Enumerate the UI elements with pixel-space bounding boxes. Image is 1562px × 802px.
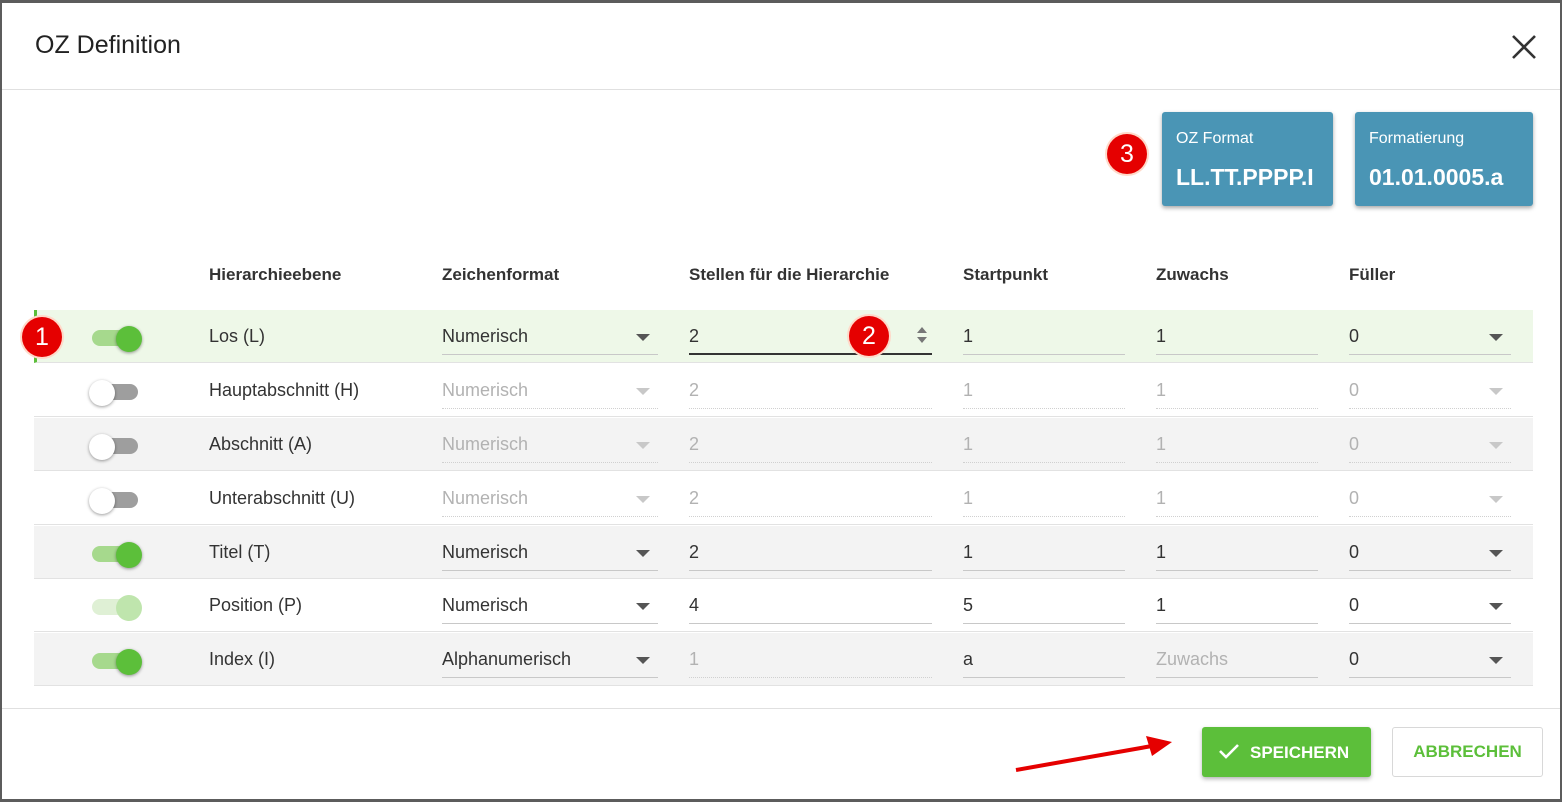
increment-placeholder: Zuwachs bbox=[1156, 649, 1229, 669]
check-icon bbox=[1219, 744, 1239, 759]
annotation-arrow-icon bbox=[1015, 736, 1172, 772]
chevron-down-icon bbox=[636, 334, 650, 341]
table-row-position: Position (P) Numerisch 4 5 1 0 bbox=[34, 579, 1533, 632]
filler-select[interactable]: 0 bbox=[1349, 320, 1511, 355]
chevron-down-icon bbox=[636, 496, 650, 503]
dialog-title: OZ Definition bbox=[35, 31, 181, 59]
annotation-badge-3: 3 bbox=[1107, 134, 1147, 174]
chevron-down-icon bbox=[1489, 388, 1503, 395]
formatierung-value: 01.01.0005.a bbox=[1369, 164, 1504, 190]
increment-input[interactable]: Zuwachs bbox=[1156, 643, 1318, 678]
start-input[interactable]: 1 bbox=[963, 320, 1125, 355]
column-header-filler: Füller bbox=[1349, 265, 1396, 284]
chevron-down-icon bbox=[636, 388, 650, 395]
filler-select[interactable]: 0 bbox=[1349, 589, 1511, 624]
row-name: Index (I) bbox=[209, 649, 276, 669]
increment-input[interactable]: 1 bbox=[1156, 428, 1318, 463]
row-name: Position (P) bbox=[209, 595, 303, 615]
column-header-hierarchy: Hierarchieebene bbox=[209, 265, 342, 284]
annotation-badge-2: 2 bbox=[849, 316, 889, 356]
toggle-switch[interactable] bbox=[89, 488, 140, 514]
row-name: Titel (T) bbox=[209, 542, 271, 562]
digits-input[interactable]: 4 bbox=[689, 589, 932, 624]
format-select[interactable]: Numerisch bbox=[442, 536, 658, 571]
oz-format-value: LL.TT.PPPP.I bbox=[1176, 164, 1314, 190]
formatierung-label: Formatierung bbox=[1369, 130, 1465, 147]
dialog-header: OZ Definition bbox=[2, 3, 1560, 90]
format-select[interactable]: Numerisch bbox=[442, 320, 658, 355]
chevron-down-icon bbox=[636, 603, 650, 610]
close-button[interactable] bbox=[1510, 33, 1538, 61]
oz-format-card: OZ Format LL.TT.PPPP.I bbox=[1162, 112, 1333, 206]
chevron-down-icon bbox=[1489, 550, 1503, 557]
chevron-down-icon bbox=[636, 550, 650, 557]
table-row-titel: Titel (T) Numerisch 2 1 1 0 bbox=[34, 526, 1533, 579]
chevron-down-icon bbox=[1489, 496, 1503, 503]
format-select[interactable]: Numerisch bbox=[442, 589, 658, 624]
start-input[interactable]: 1 bbox=[963, 428, 1125, 463]
increment-input[interactable]: 1 bbox=[1156, 482, 1318, 517]
format-select[interactable]: Numerisch bbox=[442, 428, 658, 463]
row-name: Abschnitt (A) bbox=[209, 434, 313, 454]
chevron-down-icon bbox=[636, 657, 650, 664]
toggle-switch[interactable] bbox=[92, 595, 142, 621]
digits-input[interactable]: 1 bbox=[689, 643, 932, 678]
toggle-switch[interactable] bbox=[89, 434, 140, 460]
column-header-start: Startpunkt bbox=[963, 265, 1048, 284]
format-select[interactable]: Numerisch bbox=[442, 482, 658, 517]
table-row-los: Los (L) Numerisch 2 1 1 0 bbox=[34, 310, 1533, 363]
column-header-increment: Zuwachs bbox=[1156, 265, 1229, 284]
chevron-down-icon bbox=[1489, 334, 1503, 341]
save-button-label: SPEICHERN bbox=[1250, 743, 1350, 762]
digits-input[interactable]: 2 bbox=[689, 374, 932, 409]
filler-select[interactable]: 0 bbox=[1349, 428, 1511, 463]
chevron-down-icon bbox=[636, 442, 650, 449]
start-input[interactable]: 1 bbox=[963, 374, 1125, 409]
filler-select[interactable]: 0 bbox=[1349, 536, 1511, 571]
column-header-digits: Stellen für die Hierarchie bbox=[689, 265, 890, 284]
table-row-hauptabschnitt: Hauptabschnitt (H) Numerisch 2 1 1 0 bbox=[34, 364, 1533, 417]
digits-input[interactable]: 2 bbox=[689, 320, 932, 355]
column-header-format: Zeichenformat bbox=[442, 265, 560, 284]
chevron-down-icon bbox=[1489, 657, 1503, 664]
increment-input[interactable]: 1 bbox=[1156, 320, 1318, 355]
filler-select[interactable]: 0 bbox=[1349, 482, 1511, 517]
formatierung-card: Formatierung 01.01.0005.a bbox=[1355, 112, 1533, 206]
start-input[interactable]: a bbox=[963, 643, 1125, 678]
increment-input[interactable]: 1 bbox=[1156, 589, 1318, 624]
row-name: Los (L) bbox=[209, 326, 266, 346]
cancel-button[interactable]: ABBRECHEN bbox=[1392, 727, 1543, 777]
toggle-switch[interactable] bbox=[92, 649, 142, 675]
row-name: Hauptabschnitt (H) bbox=[209, 380, 360, 400]
digits-input[interactable]: 2 bbox=[689, 536, 932, 571]
format-select[interactable]: Numerisch bbox=[442, 374, 658, 409]
filler-select[interactable]: 0 bbox=[1349, 374, 1511, 409]
chevron-down-icon bbox=[1489, 442, 1503, 449]
save-button[interactable]: SPEICHERN bbox=[1202, 727, 1371, 777]
chevron-down-icon bbox=[1489, 603, 1503, 610]
close-icon bbox=[1512, 35, 1536, 59]
toggle-switch[interactable] bbox=[92, 542, 142, 568]
oz-format-label: OZ Format bbox=[1176, 130, 1254, 147]
increment-input[interactable]: 1 bbox=[1156, 374, 1318, 409]
digits-input[interactable]: 2 bbox=[689, 428, 932, 463]
filler-select[interactable]: 0 bbox=[1349, 643, 1511, 678]
increment-input[interactable]: 1 bbox=[1156, 536, 1318, 571]
toggle-switch[interactable] bbox=[89, 380, 140, 406]
table-row-unterabschnitt: Unterabschnitt (U) Numerisch 2 1 1 0 bbox=[34, 472, 1533, 525]
toggle-switch[interactable] bbox=[92, 326, 142, 352]
start-input[interactable]: 1 bbox=[963, 536, 1125, 571]
spinner-icon[interactable] bbox=[916, 326, 928, 346]
start-input[interactable]: 1 bbox=[963, 482, 1125, 517]
digits-input[interactable]: 2 bbox=[689, 482, 932, 517]
table-row-abschnitt: Abschnitt (A) Numerisch 2 1 1 0 bbox=[34, 418, 1533, 471]
format-select[interactable]: Alphanumerisch bbox=[442, 643, 658, 678]
oz-definition-dialog: OZ Definition OZ Format LL.TT.PPPP.I For… bbox=[2, 3, 1560, 799]
start-input[interactable]: 5 bbox=[963, 589, 1125, 624]
annotation-badge-1: 1 bbox=[22, 317, 62, 357]
row-name: Unterabschnitt (U) bbox=[209, 488, 356, 508]
table-row-index: Index (I) Alphanumerisch 1 a Zuwachs 0 bbox=[34, 633, 1533, 686]
